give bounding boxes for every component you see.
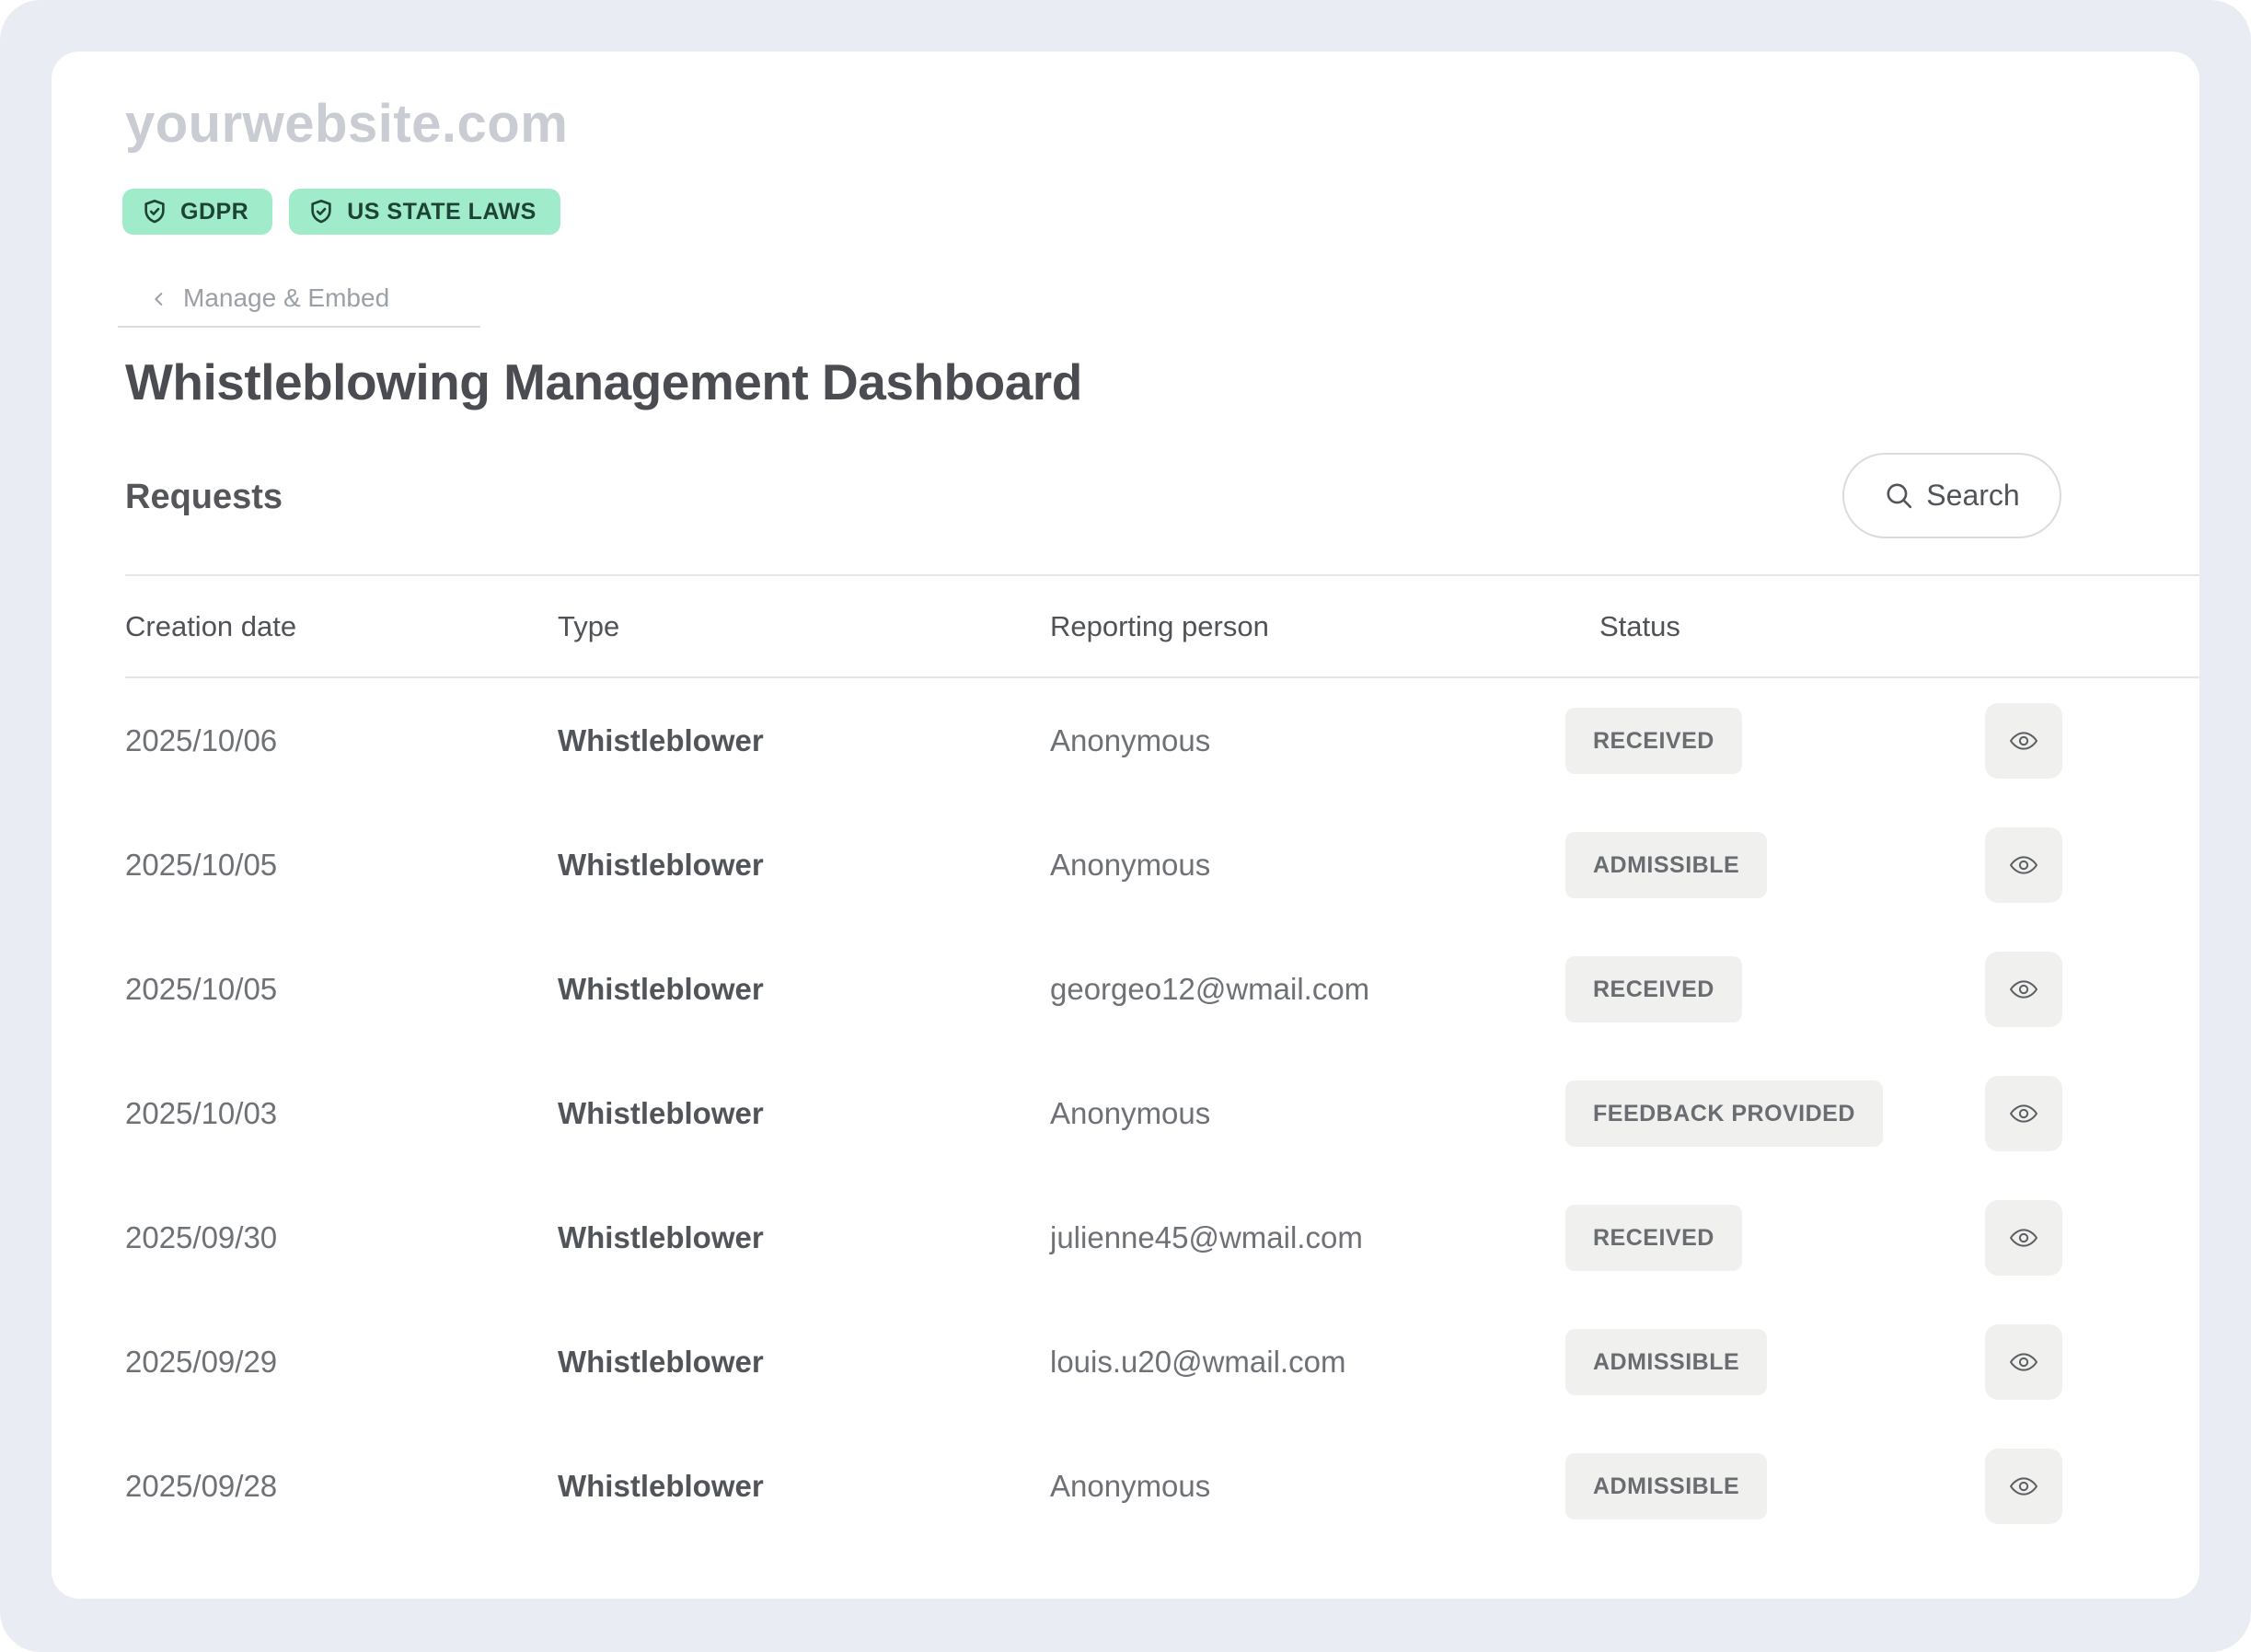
view-request-button[interactable] [1985, 1324, 2062, 1400]
type-cell: Whistleblower [558, 1345, 1050, 1380]
table-row[interactable]: 2025/10/05 Whistleblower Anonymous ADMIS… [125, 803, 2199, 927]
eye-icon [2005, 726, 2042, 756]
compliance-badges: GDPR US STATE LAWS [122, 189, 560, 235]
creation-date-cell: 2025/10/06 [125, 723, 558, 758]
reporting-person-cell: Anonymous [1050, 848, 1565, 883]
eye-icon [2005, 1472, 2042, 1501]
eye-icon [2005, 1099, 2042, 1128]
creation-date-cell: 2025/10/03 [125, 1096, 558, 1131]
dashboard-card: yourwebsite.com GDPR [52, 52, 2199, 1599]
manage-embed-label: Manage & Embed [183, 283, 389, 313]
creation-date-cell: 2025/09/29 [125, 1345, 558, 1380]
view-request-button[interactable] [1985, 1076, 2062, 1151]
shield-check-icon [141, 198, 168, 225]
compliance-badge-us-state-laws: US STATE LAWS [289, 189, 560, 235]
type-cell: Whistleblower [558, 972, 1050, 1007]
eye-icon [2005, 1223, 2042, 1253]
requests-table: Creation date Type Reporting person Stat… [125, 574, 2199, 1548]
reporting-person-cell: Anonymous [1050, 1469, 1565, 1504]
screenshot-stage: yourwebsite.com GDPR [0, 0, 2251, 1652]
table-row[interactable]: 2025/10/06 Whistleblower Anonymous RECEI… [125, 678, 2199, 803]
eye-icon [2005, 1347, 2042, 1377]
requests-heading: Requests [125, 477, 283, 519]
badge-label: GDPR [180, 199, 248, 225]
eye-icon [2005, 975, 2042, 1004]
chevron-left-icon [149, 287, 169, 309]
page-frame: yourwebsite.com GDPR [0, 0, 2251, 1652]
type-cell: Whistleblower [558, 1220, 1050, 1255]
view-request-button[interactable] [1985, 1200, 2062, 1276]
column-header-type: Type [558, 610, 1050, 643]
reporting-person-cell: Anonymous [1050, 1096, 1565, 1131]
shield-check-icon [307, 198, 335, 225]
reporting-person-cell: louis.u20@wmail.com [1050, 1345, 1565, 1380]
column-header-reporting-person: Reporting person [1050, 610, 1565, 643]
type-cell: Whistleblower [558, 1096, 1050, 1131]
reporting-person-cell: georgeo12@wmail.com [1050, 972, 1565, 1007]
creation-date-cell: 2025/09/28 [125, 1469, 558, 1504]
column-header-creation-date: Creation date [125, 610, 558, 643]
status-badge: ADMISSIBLE [1565, 832, 1767, 898]
view-request-button[interactable] [1985, 952, 2062, 1027]
compliance-badge-gdpr: GDPR [122, 189, 272, 235]
page-title: Whistleblowing Management Dashboard [125, 352, 1082, 412]
status-badge: RECEIVED [1565, 956, 1742, 1022]
search-button-label: Search [1926, 479, 2019, 513]
status-badge: RECEIVED [1565, 1205, 1742, 1271]
site-title: yourwebsite.com [125, 98, 568, 151]
table-row[interactable]: 2025/09/28 Whistleblower Anonymous ADMIS… [125, 1424, 2199, 1548]
type-cell: Whistleblower [558, 1469, 1050, 1504]
view-request-button[interactable] [1985, 827, 2062, 903]
table-row[interactable]: 2025/09/29 Whistleblower louis.u20@wmail… [125, 1300, 2199, 1424]
table-body: 2025/10/06 Whistleblower Anonymous RECEI… [125, 678, 2199, 1548]
type-cell: Whistleblower [558, 723, 1050, 758]
status-badge: FEEDBACK PROVIDED [1565, 1080, 1883, 1147]
search-button[interactable]: Search [1842, 453, 2061, 538]
manage-embed-link[interactable]: Manage & Embed [118, 271, 480, 328]
search-icon [1884, 480, 1914, 511]
reporting-person-cell: julienne45@wmail.com [1050, 1220, 1565, 1255]
table-row[interactable]: 2025/10/03 Whistleblower Anonymous FEEDB… [125, 1051, 2199, 1175]
creation-date-cell: 2025/10/05 [125, 972, 558, 1007]
status-badge: RECEIVED [1565, 708, 1742, 774]
table-header-row: Creation date Type Reporting person Stat… [125, 574, 2199, 678]
column-header-status: Status [1565, 610, 1985, 643]
eye-icon [2005, 850, 2042, 880]
table-row[interactable]: 2025/09/30 Whistleblower julienne45@wmai… [125, 1175, 2199, 1300]
table-row[interactable]: 2025/10/05 Whistleblower georgeo12@wmail… [125, 927, 2199, 1051]
badge-label: US STATE LAWS [347, 199, 537, 225]
creation-date-cell: 2025/10/05 [125, 848, 558, 883]
view-request-button[interactable] [1985, 1449, 2062, 1524]
creation-date-cell: 2025/09/30 [125, 1220, 558, 1255]
status-badge: ADMISSIBLE [1565, 1453, 1767, 1519]
type-cell: Whistleblower [558, 848, 1050, 883]
status-badge: ADMISSIBLE [1565, 1329, 1767, 1395]
view-request-button[interactable] [1985, 703, 2062, 779]
reporting-person-cell: Anonymous [1050, 723, 1565, 758]
